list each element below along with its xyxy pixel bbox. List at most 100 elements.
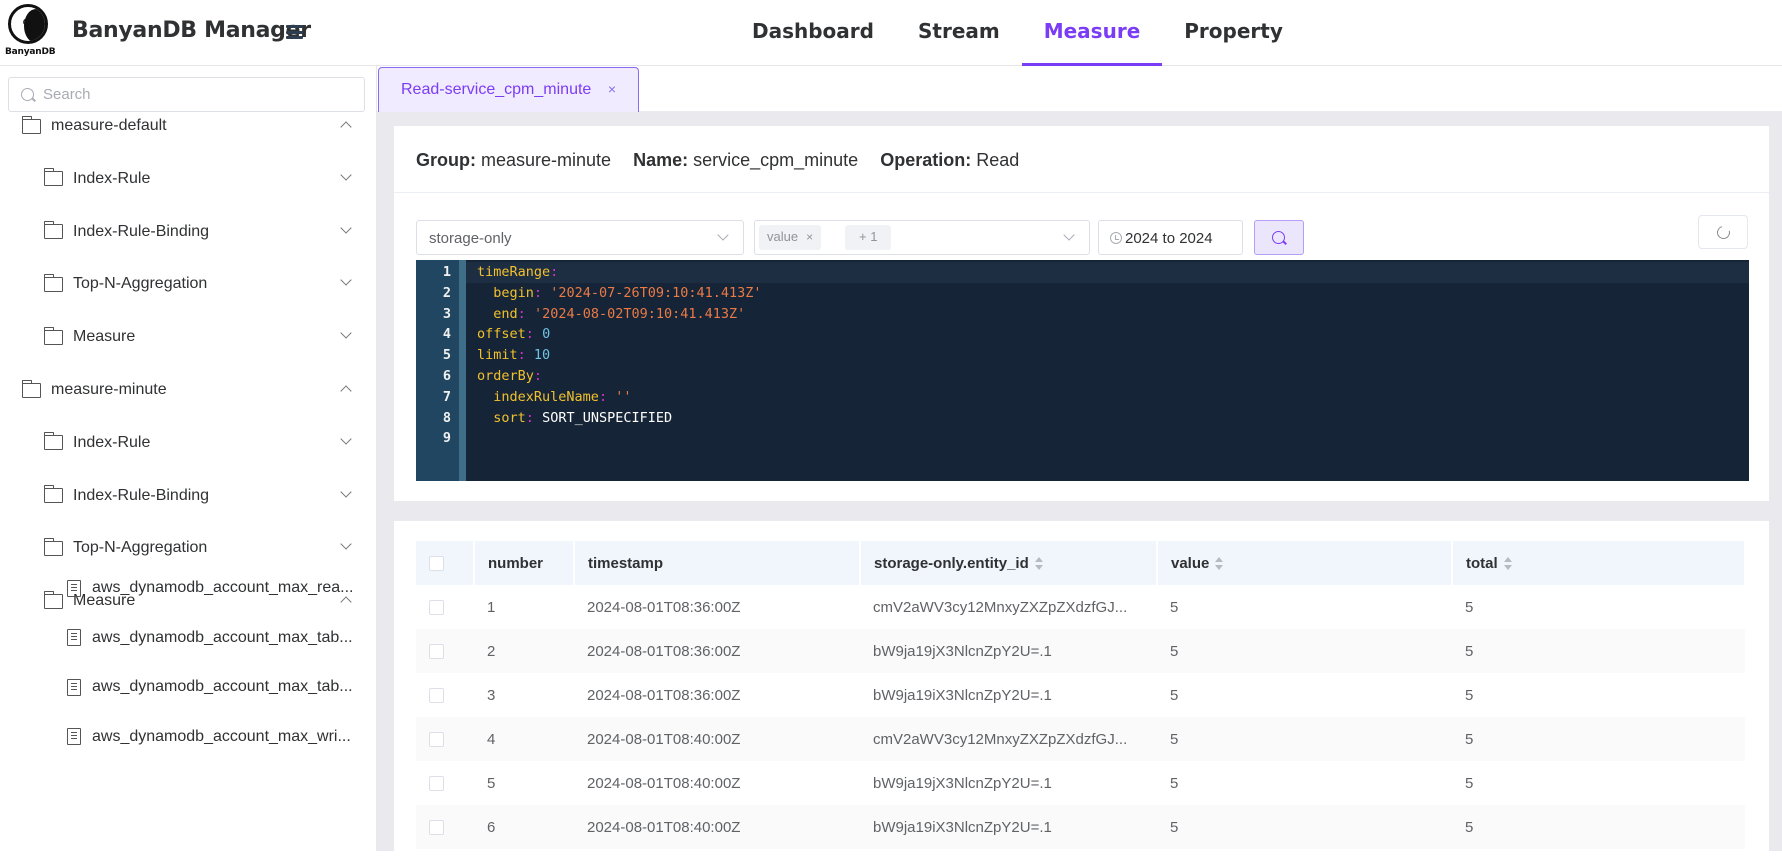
- column-header-value[interactable]: value: [1157, 541, 1453, 585]
- chevron-down-icon[interactable]: [340, 274, 352, 287]
- line-number: 1: [442, 264, 451, 280]
- yaml-key: offset: [477, 326, 526, 343]
- nav-property[interactable]: Property: [1162, 0, 1305, 66]
- yaml-key: end: [493, 305, 518, 322]
- row-select-cell: [416, 761, 474, 805]
- search-button[interactable]: [1254, 220, 1304, 255]
- nav-measure[interactable]: Measure: [1021, 0, 1163, 66]
- code-line: indexRuleName: '': [493, 388, 632, 405]
- name-value: service_cpm_minute: [693, 150, 859, 170]
- table-row[interactable]: 2 2024-08-01T08:36:00Z bW9ja19jX3NlcnZpY2U…: [416, 629, 1745, 673]
- chevron-up-icon[interactable]: [340, 121, 352, 133]
- line-number: 9: [442, 430, 451, 447]
- tree-item-label: Index-Rule-Binding: [73, 222, 210, 240]
- tree-leaf-item[interactable]: aws_dynamodb_account_max_wri...: [0, 717, 370, 757]
- menu-fold-icon[interactable]: [286, 25, 303, 39]
- results-card: number timestamp storage-only.entity_id …: [394, 521, 1769, 861]
- tag-family-value: storage-only: [429, 230, 512, 247]
- code-line: timeRange:: [477, 264, 559, 280]
- select-all-checkbox[interactable]: [429, 556, 444, 572]
- tree-item-label: Index-Rule-Binding: [73, 486, 210, 504]
- nav-stream[interactable]: Stream: [896, 0, 1022, 66]
- chevron-down-icon[interactable]: [340, 327, 352, 339]
- yaml-value: '': [615, 388, 632, 405]
- main-content: Read-service_cpm_minute × Group: measure…: [377, 66, 1782, 861]
- tree-item[interactable]: Index-Rule: [0, 423, 370, 463]
- file-icon: [67, 728, 81, 745]
- row-checkbox[interactable]: [429, 644, 444, 660]
- row-checkbox[interactable]: [429, 600, 444, 616]
- date-range-picker[interactable]: 2024 to 2024: [1098, 220, 1243, 255]
- table-row[interactable]: 6 2024-08-01T08:40:00Z bW9ja19iX3NlcnZpY2U…: [416, 805, 1745, 849]
- line-number: 2: [442, 284, 451, 301]
- code-line: offset: 0: [477, 326, 551, 343]
- query-card: Group: measure-minute Name: service_cpm_…: [394, 126, 1769, 501]
- code-line: sort: SORT_UNSPECIFIED: [493, 409, 673, 426]
- tree-item[interactable]: Index-Rule: [0, 159, 370, 199]
- chevron-down-icon[interactable]: [340, 169, 352, 181]
- tag-family-select[interactable]: storage-only: [416, 220, 744, 255]
- divider: [394, 192, 1769, 193]
- column-header-timestamp: timestamp: [574, 541, 861, 585]
- row-checkbox[interactable]: [429, 776, 444, 792]
- row-checkbox[interactable]: [429, 732, 444, 748]
- cell-entity-id: bW9ja19iX3NlcnZpY2U=.1: [873, 686, 1052, 704]
- app-title: BanyanDB Manager: [72, 18, 311, 43]
- column-header-total[interactable]: total: [1452, 541, 1746, 585]
- code-line: end: '2024-08-02T09:10:41.413Z': [493, 305, 746, 322]
- chevron-down-icon[interactable]: [340, 433, 352, 445]
- tree-item[interactable]: Top-N-Aggregation: [0, 264, 370, 304]
- file-icon: [67, 629, 81, 646]
- sort-icon[interactable]: [1503, 556, 1513, 571]
- select-all-header: [416, 541, 475, 585]
- fields-multiselect[interactable]: value × + 1: [754, 220, 1090, 255]
- code-line: begin: '2024-07-26T09:10:41.413Z': [493, 284, 762, 301]
- tree-item[interactable]: measure-default: [0, 106, 370, 146]
- tree-item[interactable]: measure-minute: [0, 370, 370, 410]
- tree-leaf-item[interactable]: aws_dynamodb_account_max_tab...: [0, 667, 370, 707]
- tree-leaf-item[interactable]: aws_dynamodb_account_max_tab...: [0, 618, 370, 658]
- table-row[interactable]: 3 2024-08-01T08:36:00Z bW9ja19iX3NlcnZpY2U…: [416, 673, 1745, 717]
- cell-timestamp: 2024-08-01T08:36:00Z: [587, 598, 741, 616]
- cell-number: 3: [487, 686, 496, 704]
- folder-icon: [21, 379, 41, 398]
- row-checkbox[interactable]: [429, 820, 444, 836]
- chevron-up-icon[interactable]: [340, 385, 352, 397]
- sort-icon[interactable]: [1034, 556, 1044, 571]
- cell-entity-id: bW9ja19jX3NlcnZpY2U=.1: [873, 774, 1052, 792]
- cell-total: 5: [1452, 805, 1745, 849]
- nav-dashboard[interactable]: Dashboard: [730, 0, 896, 66]
- table-header-row: number timestamp storage-only.entity_id …: [416, 541, 1746, 585]
- chevron-down-icon[interactable]: [340, 485, 352, 498]
- cell-number: 4: [474, 717, 574, 761]
- tree-item[interactable]: Index-Rule-Binding: [0, 476, 370, 516]
- yaml-editor[interactable]: 1 2 3 4 5 6 7 8 9 timeRange: begin: '2024-07-26T…: [416, 260, 1749, 481]
- chevron-down-icon[interactable]: [340, 221, 352, 234]
- banyandb-logo[interactable]: ⚲ BanyanDB: [5, 4, 56, 60]
- tab-read-service-cpm-minute[interactable]: Read-service_cpm_minute ×: [378, 67, 639, 112]
- tree-item[interactable]: Top-N-Aggregation: [0, 528, 370, 568]
- row-checkbox[interactable]: [429, 688, 444, 704]
- tree-item[interactable]: Index-Rule-Binding: [0, 212, 370, 252]
- cell-value: 5: [1170, 686, 1179, 704]
- tree-leaf-item[interactable]: aws_dynamodb_account_max_rea...: [0, 568, 370, 608]
- yaml-key: sort: [493, 409, 526, 426]
- row-select-cell: [416, 673, 474, 717]
- file-icon: [67, 678, 81, 696]
- table-row[interactable]: 5 2024-08-01T08:40:00Z bW9ja19jX3NlcnZpY2U…: [416, 761, 1745, 805]
- logo-text: BanyanDB: [5, 47, 56, 57]
- editor-gutter: 1 2 3 4 5 6 7 8 9: [416, 260, 466, 481]
- column-header-entity-id[interactable]: storage-only.entity_id: [860, 541, 1158, 585]
- line-number: 3: [442, 305, 451, 322]
- sort-icon[interactable]: [1215, 556, 1224, 571]
- sidebar: measure-default Index-Rule Index-Rule-Bind…: [0, 66, 377, 851]
- refresh-button[interactable]: [1698, 215, 1748, 249]
- close-icon[interactable]: ×: [608, 68, 616, 111]
- tree-item[interactable]: Measure: [0, 317, 370, 357]
- close-icon[interactable]: ×: [806, 230, 813, 244]
- table-row[interactable]: 1 2024-08-01T08:36:00Z cmV2aWV3cy12MnxyZXZ…: [416, 585, 1745, 629]
- tree-item-label: aws_dynamodb_account_max_tab...: [92, 628, 353, 646]
- table-row[interactable]: 4 2024-08-01T08:40:00Z cmV2aWV3cy12MnxyZXZ…: [416, 717, 1745, 761]
- measure-info: Group: measure-minute Name: service_cpm_…: [416, 150, 1019, 171]
- chevron-down-icon[interactable]: [340, 538, 352, 551]
